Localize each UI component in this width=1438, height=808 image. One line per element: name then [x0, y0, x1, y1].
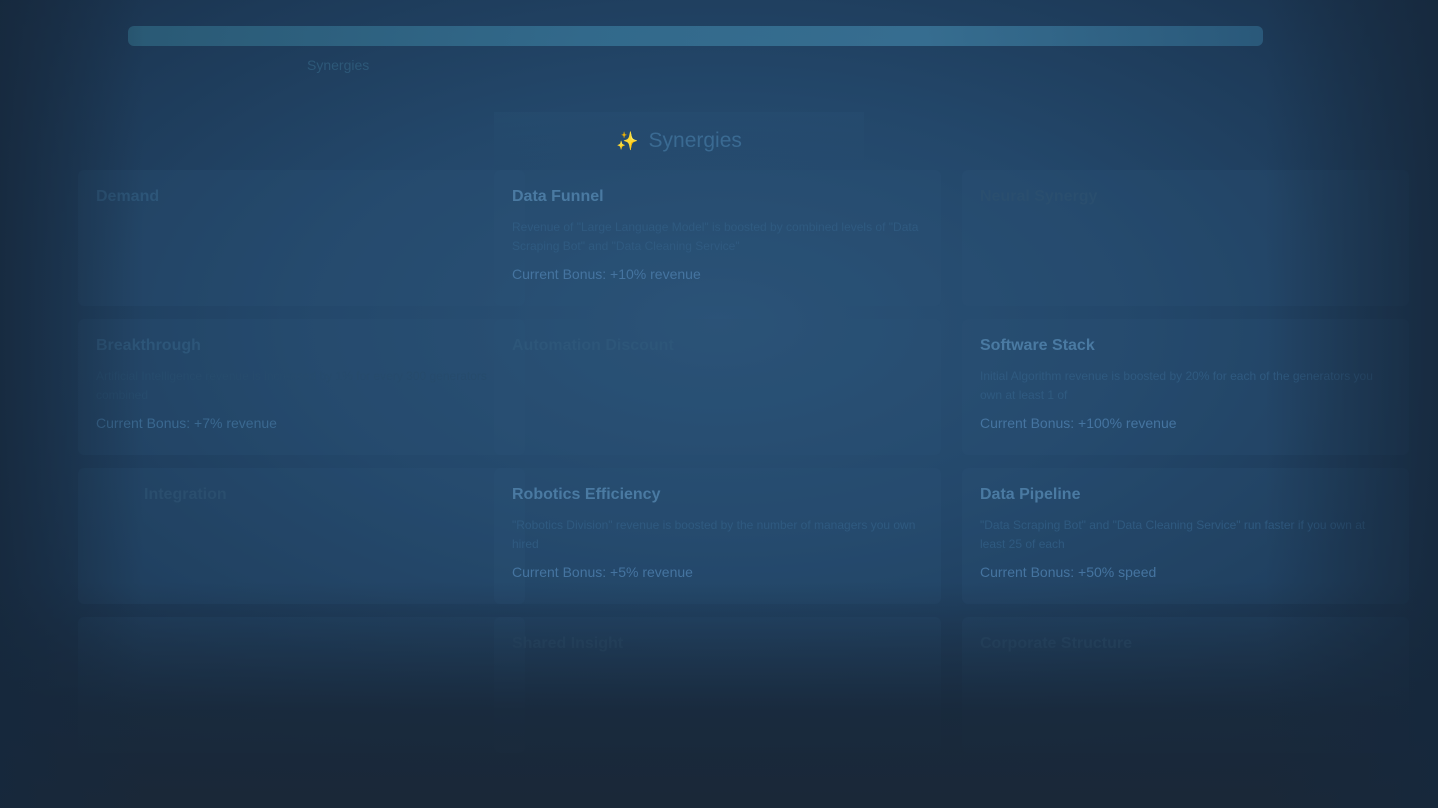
synergy-bonus: Current Bonus: +50% speed: [980, 564, 1157, 580]
synergy-title: Neural Synergy: [980, 188, 1098, 205]
synergy-bonus: Current Bonus: +5% revenue: [512, 564, 693, 580]
synergy-card-unnamed[interactable]: [78, 617, 525, 753]
synergy-description: Initial Algorithm revenue is boosted by …: [980, 369, 1373, 402]
synergy-title: Robotics Efficiency: [512, 486, 661, 503]
synergies-heading: ✨ Synergies: [494, 112, 864, 170]
synergy-card-automation-discount[interactable]: Automation Discount: [494, 319, 941, 455]
synergy-title: Data Funnel: [512, 188, 604, 205]
synergy-card-integration[interactable]: Integration: [78, 468, 525, 604]
synergies-screen: Synergies ✨ Synergies Demand Data Funnel…: [0, 0, 1438, 808]
synergy-title: Demand: [96, 188, 160, 205]
sparkle-icon: ✨: [616, 130, 639, 151]
synergy-card-data-funnel[interactable]: Data Funnel Revenue of "Large Language M…: [494, 170, 941, 306]
synergy-title: Integration: [144, 486, 227, 503]
synergy-bonus: Current Bonus: +10% revenue: [512, 266, 701, 282]
synergy-bonus: Current Bonus: +100% revenue: [980, 415, 1177, 431]
synergy-description: Artificial Intelligence revenue is incre…: [96, 369, 487, 402]
synergy-title: Software Stack: [980, 337, 1095, 354]
synergy-card-neural-synergy[interactable]: Neural Synergy: [962, 170, 1409, 306]
progress-bar: [128, 26, 1263, 46]
synergy-title: Automation Discount: [512, 337, 674, 354]
synergy-bonus: Current Bonus: +7% revenue: [96, 415, 277, 431]
synergy-card-shared-insight[interactable]: Shared Insight: [494, 617, 941, 753]
synergy-card-software-stack[interactable]: Software Stack Initial Algorithm revenue…: [962, 319, 1409, 455]
synergy-card-robotics-efficiency[interactable]: Robotics Efficiency "Robotics Division" …: [494, 468, 941, 604]
synergy-card-data-pipeline[interactable]: Data Pipeline "Data Scraping Bot" and "D…: [962, 468, 1409, 604]
section-title-text: Synergies: [648, 129, 742, 152]
synergy-title: Breakthrough: [96, 337, 201, 354]
synergy-description: "Data Scraping Bot" and "Data Cleaning S…: [980, 518, 1366, 551]
synergy-description: Revenue of "Large Language Model" is boo…: [512, 220, 919, 253]
synergy-card-corporate-structure[interactable]: Corporate Structure: [962, 617, 1409, 753]
synergy-title: Data Pipeline: [980, 486, 1081, 503]
synergy-title: Corporate Structure: [980, 635, 1133, 652]
synergy-card-demand[interactable]: Demand: [78, 170, 525, 306]
synergy-description: "Robotics Division" revenue is boosted b…: [512, 518, 916, 551]
synergy-title: Shared Insight: [512, 635, 624, 652]
synergy-card-breakthrough[interactable]: Breakthrough Artificial Intelligence rev…: [78, 319, 525, 455]
header-subtitle: Synergies: [307, 57, 370, 73]
